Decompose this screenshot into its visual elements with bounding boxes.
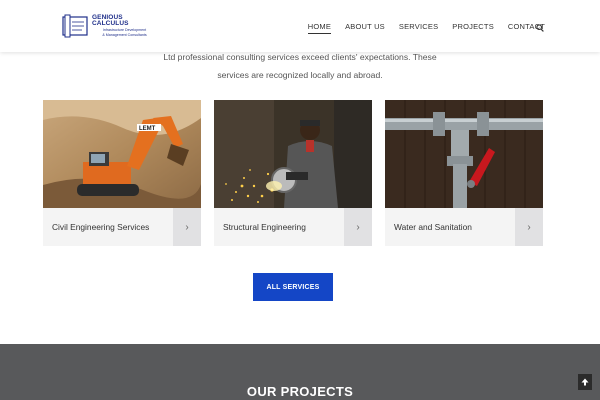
- logo-subtitle-1: Infrastructure Development: [102, 27, 147, 32]
- card-footer: Structural Engineering ›: [214, 208, 372, 246]
- search-icon[interactable]: [536, 19, 544, 32]
- card-footer: Water and Sanitation ›: [385, 208, 543, 246]
- chevron-right-icon[interactable]: ›: [344, 208, 372, 246]
- card-label: Structural Engineering: [223, 222, 306, 232]
- svg-text:LEMT: LEMT: [139, 126, 156, 132]
- chevron-right-icon[interactable]: ›: [515, 208, 543, 246]
- intro-line-2: services are recognized locally and abro…: [217, 70, 383, 80]
- site-header: GENIOUS CALCULUS Infrastructure Developm…: [0, 0, 600, 52]
- all-services-button[interactable]: ALL SERVICES: [253, 273, 333, 301]
- logo-icon: [62, 14, 89, 38]
- nav-services[interactable]: SERVICES: [399, 22, 438, 31]
- card-label: Civil Engineering Services: [52, 222, 150, 232]
- nav-projects[interactable]: PROJECTS: [452, 22, 494, 31]
- excavator-photo: LEMT: [43, 100, 201, 208]
- grinding-worker-photo: [214, 100, 372, 208]
- intro-text: Ltd professional consulting services exc…: [0, 48, 600, 84]
- nav-home[interactable]: HOME: [307, 22, 332, 34]
- card-footer: Civil Engineering Services ›: [43, 208, 201, 246]
- logo[interactable]: GENIOUS CALCULUS Infrastructure Developm…: [62, 12, 157, 40]
- service-card-civil-engineering[interactable]: LEMT Civil Engineering Services ›: [43, 100, 201, 246]
- nav-about-us[interactable]: ABOUT US: [345, 22, 385, 31]
- logo-subtitle-2: & Management Consultants: [102, 32, 147, 37]
- logo-name: GENIOUS CALCULUS: [92, 13, 129, 28]
- chevron-right-icon[interactable]: ›: [173, 208, 201, 246]
- service-card-water-sanitation[interactable]: Water and Sanitation ›: [385, 100, 543, 246]
- water-pipe-valve-photo: [385, 100, 543, 208]
- main-nav: HOME ABOUT US SERVICES PROJECTS CONTACT: [294, 0, 545, 52]
- service-card-structural-engineering[interactable]: Structural Engineering ›: [214, 100, 372, 246]
- arrow-up-icon[interactable]: [578, 374, 592, 390]
- projects-title: OUR PROJECTS: [246, 384, 354, 399]
- card-label: Water and Sanitation: [394, 222, 472, 232]
